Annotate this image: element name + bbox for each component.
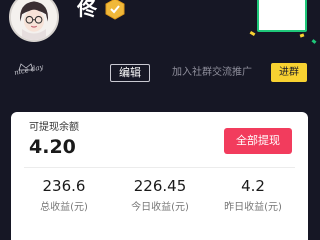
divider bbox=[24, 167, 295, 168]
edit-profile-button[interactable]: 编辑 bbox=[110, 64, 150, 82]
join-group-button[interactable]: 进群 bbox=[271, 63, 307, 82]
confetti-decoration-icon bbox=[311, 39, 317, 44]
today-earnings-stat: 226.45 今日收益(元) bbox=[115, 176, 205, 215]
stat-label: 昨日收益(元) bbox=[224, 202, 282, 213]
username: 佟 bbox=[77, 0, 97, 20]
stat-value: 236.6 bbox=[42, 177, 86, 195]
level-badge-icon bbox=[104, 0, 126, 20]
profile-header: 佟 nice day 编辑 加入社群交流推广 进群 bbox=[0, 0, 320, 112]
balance-label: 可提现余额 bbox=[29, 122, 79, 133]
join-community-text[interactable]: 加入社群交流推广 bbox=[172, 66, 252, 80]
balance-value: 4.20 bbox=[29, 136, 76, 158]
confetti-decoration-icon bbox=[249, 30, 256, 37]
confetti-decoration-icon bbox=[299, 33, 305, 38]
yesterday-earnings-stat: 4.2 昨日收益(元) bbox=[208, 176, 298, 215]
stat-label: 今日收益(元) bbox=[131, 202, 189, 213]
withdraw-all-button[interactable]: 全部提现 bbox=[224, 128, 292, 154]
stat-value: 226.45 bbox=[133, 177, 187, 195]
stat-label: 总收益(元) bbox=[40, 202, 88, 213]
promo-banner[interactable] bbox=[257, 0, 307, 32]
stat-value: 4.2 bbox=[241, 177, 265, 195]
avatar[interactable] bbox=[9, 0, 59, 42]
avatar-illustration-icon bbox=[11, 0, 57, 40]
total-earnings-stat: 236.6 总收益(元) bbox=[19, 176, 109, 215]
earnings-card: 可提现余额 4.20 全部提现 236.6 总收益(元) 226.45 今日收益… bbox=[11, 112, 308, 240]
